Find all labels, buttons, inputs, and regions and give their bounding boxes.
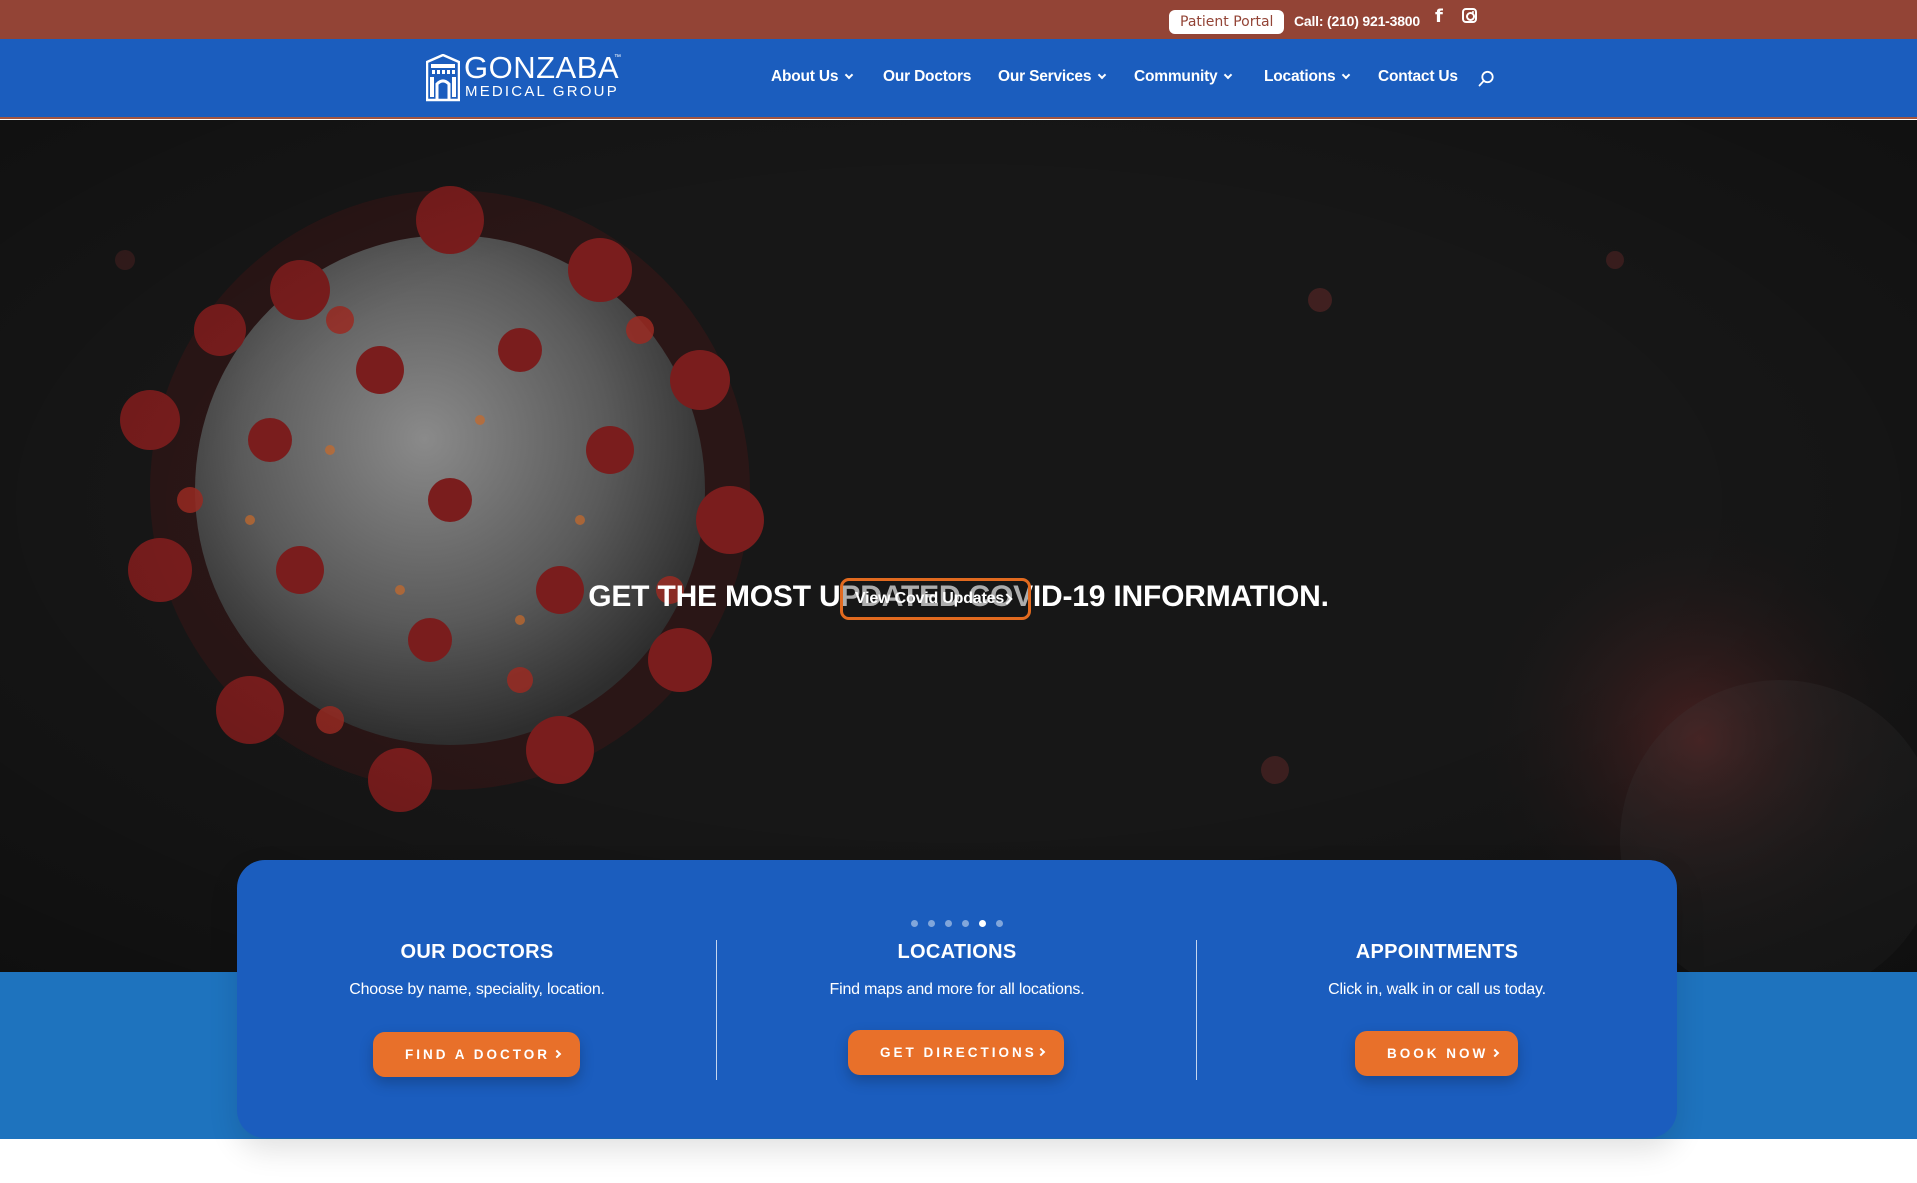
appointments-subtitle: Click in, walk in or call us today. [1328,981,1546,998]
locations-subtitle: Find maps and more for all locations. [829,981,1085,998]
nav-label: Community [1134,68,1218,85]
quick-links-card: OUR DOCTORS Choose by name, speciality, … [237,860,1677,1138]
phone-link[interactable]: Call: (210) 921-3800 [1294,13,1420,29]
search-icon[interactable] [1478,70,1495,87]
locations-column: LOCATIONS Find maps and more for all loc… [717,860,1197,1138]
book-now-button[interactable]: BOOK NOW [1355,1031,1518,1076]
page: Patient Portal Call: (210) 921-3800 f GO… [0,0,1917,1183]
chevron-right-icon [1036,1047,1046,1057]
nav-label: Our Services [998,68,1092,85]
doctors-subtitle: Choose by name, speciality, location. [349,981,605,998]
facebook-icon[interactable]: f [1435,6,1443,27]
building-logo-icon [426,54,460,102]
nav-about-us[interactable]: About Us [771,68,854,86]
chevron-down-icon [1224,70,1233,80]
nav-label: About Us [771,68,839,85]
chevron-right-icon [552,1049,562,1059]
doctors-column: OUR DOCTORS Choose by name, speciality, … [237,860,717,1138]
chevron-down-icon [1098,70,1107,80]
nav-our-services[interactable]: Our Services [998,68,1107,86]
button-label: FIND A DOCTOR [405,1047,550,1062]
get-directions-button[interactable]: GET DIRECTIONS [848,1030,1064,1075]
top-bar: Patient Portal Call: (210) 921-3800 f [0,0,1917,39]
chevron-down-icon [1342,70,1351,80]
nav-label: Locations [1264,68,1336,85]
nav-label: Our Doctors [883,68,972,85]
chevron-down-icon [845,70,854,80]
coronavirus-illustration [0,120,1917,972]
site-logo[interactable]: GONZABA ™ MEDICAL GROUP [426,52,626,104]
patient-portal-button[interactable]: Patient Portal [1169,10,1285,34]
instagram-icon[interactable] [1462,8,1477,23]
chevron-right-icon [1490,1048,1500,1058]
view-covid-updates-button[interactable]: View Covid Updates [840,578,1031,620]
locations-title: LOCATIONS [897,941,1017,963]
logo-trademark: ™ [614,54,621,61]
doctors-title: OUR DOCTORS [400,941,554,963]
find-a-doctor-button[interactable]: FIND A DOCTOR [373,1032,580,1077]
logo-subtitle: MEDICAL GROUP [465,83,619,100]
button-label: BOOK NOW [1387,1046,1489,1061]
nav-contact-us[interactable]: Contact Us [1378,68,1458,86]
button-label: GET DIRECTIONS [880,1045,1037,1060]
nav-our-doctors[interactable]: Our Doctors [883,68,971,86]
nav-label: Contact Us [1378,68,1458,85]
button-label: View Covid Updates [855,590,1005,607]
logo-wordmark: GONZABA [464,50,620,85]
appointments-column: APPOINTMENTS Click in, walk in or call u… [1197,860,1677,1138]
hero-slider: GET THE MOST UPDATED COVID-19 INFORMATIO… [0,120,1917,972]
appointments-title: APPOINTMENTS [1355,941,1519,963]
nav-locations[interactable]: Locations [1264,68,1351,86]
nav-community[interactable]: Community [1134,68,1233,86]
